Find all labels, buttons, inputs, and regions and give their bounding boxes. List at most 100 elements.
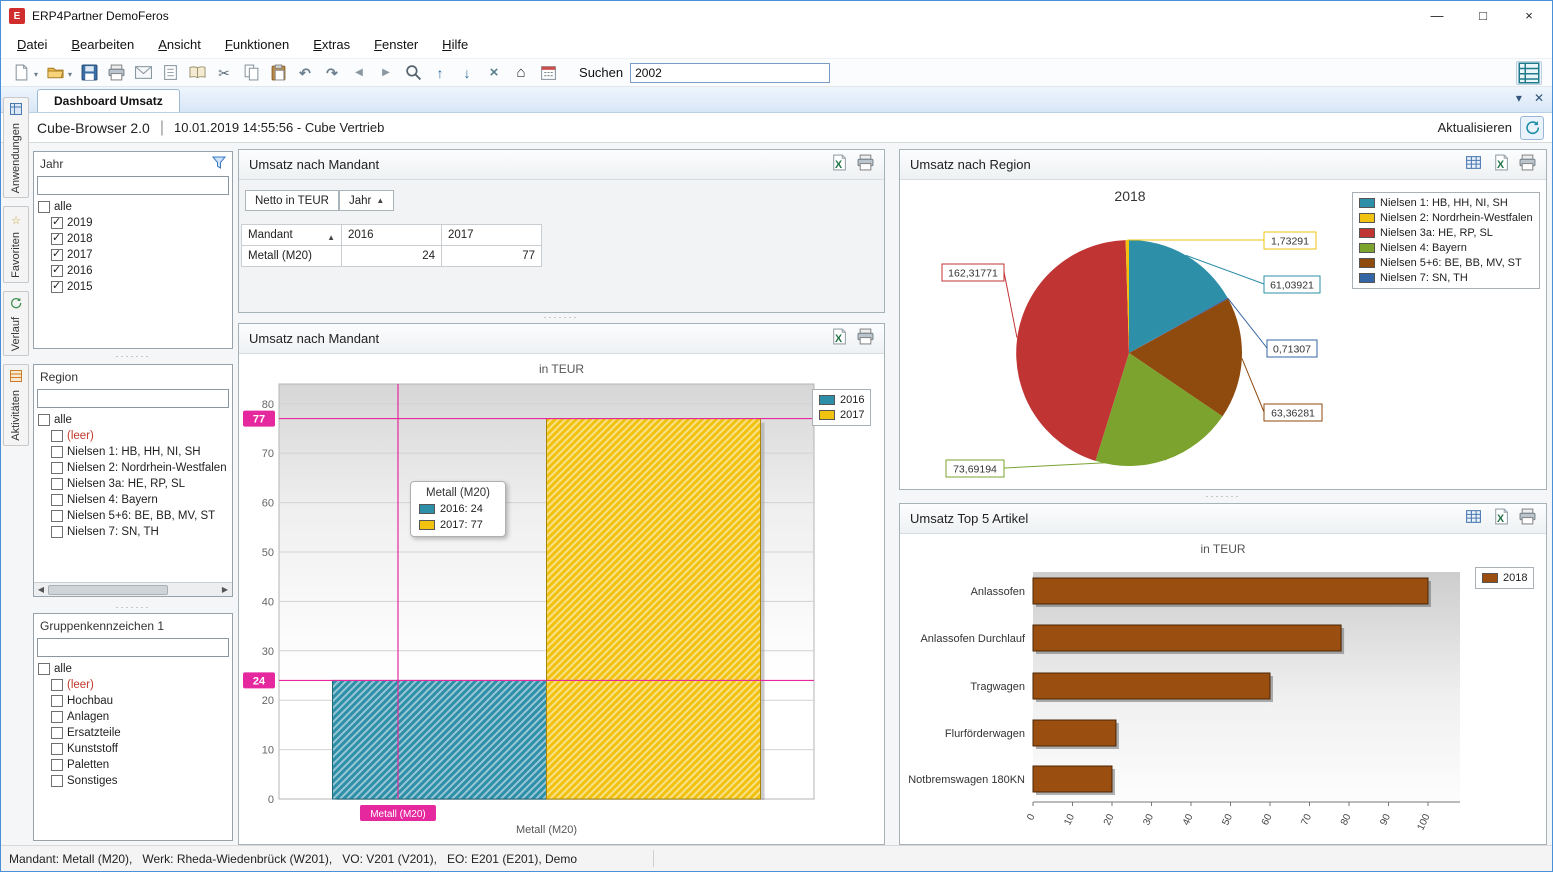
calendar-icon[interactable] <box>538 63 558 83</box>
print-icon[interactable] <box>857 328 874 350</box>
filter-item[interactable]: (leer) <box>38 428 232 444</box>
sidebar-tab-aktivit-ten[interactable]: Aktivitäten <box>3 364 29 447</box>
splitter-handle[interactable]: ······· <box>98 353 168 361</box>
print-icon[interactable] <box>1519 154 1536 176</box>
sidebar-tab-verlauf[interactable]: Verlauf <box>3 291 29 357</box>
filter-item[interactable]: 2019 <box>38 215 232 231</box>
filter-item[interactable]: 2017 <box>38 247 232 263</box>
checkbox[interactable] <box>51 775 63 787</box>
row-dim-header[interactable]: Mandant ▲ <box>241 224 342 246</box>
checkbox[interactable] <box>51 478 63 490</box>
forward-icon[interactable]: ▶ <box>376 63 396 83</box>
filter-item[interactable]: Nielsen 3a: HE, RP, SL <box>38 476 232 492</box>
scroll-left-icon[interactable]: ◀ <box>34 585 48 594</box>
home-icon[interactable]: ⌂ <box>511 63 531 83</box>
pivot-table[interactable]: Mandant ▲ 2016 2017 Metall (M20) 24 77 <box>241 224 542 267</box>
filter-item[interactable]: Nielsen 7: SN, TH <box>38 524 232 540</box>
minimize-button[interactable]: — <box>1414 1 1460 31</box>
checkbox[interactable] <box>51 446 63 458</box>
checkbox[interactable] <box>51 231 63 245</box>
checkbox[interactable] <box>38 414 50 426</box>
filter-search-input[interactable] <box>37 176 229 195</box>
column-header[interactable]: 2017 <box>441 224 542 246</box>
contacts-icon[interactable] <box>187 63 207 83</box>
filter-item[interactable]: Hochbau <box>38 693 232 709</box>
print-icon[interactable] <box>1519 508 1536 530</box>
copy-icon[interactable] <box>241 63 261 83</box>
filter-item[interactable]: Nielsen 2: Nordrhein-Westfalen <box>38 460 232 476</box>
filter-item[interactable]: alle <box>38 199 232 215</box>
checkbox[interactable] <box>51 430 63 442</box>
search-input[interactable] <box>630 62 831 83</box>
filter-item[interactable]: Nielsen 4: Bayern <box>38 492 232 508</box>
menu-extras[interactable]: Extras <box>313 37 350 52</box>
checkbox[interactable] <box>51 711 63 723</box>
column-field-button[interactable]: Jahr ▲ <box>339 190 395 211</box>
sidebar-tab-anwendungen[interactable]: Anwendungen <box>3 97 29 199</box>
filter-item[interactable]: alle <box>38 661 232 677</box>
checkbox[interactable] <box>51 679 63 691</box>
checkbox[interactable] <box>51 215 63 229</box>
table-icon[interactable] <box>1465 154 1482 176</box>
window-list-icon[interactable] <box>1516 60 1542 85</box>
menu-bearbeiten[interactable]: Bearbeiten <box>71 37 134 52</box>
pie-chart[interactable]: 2018 61,03921 0,71307 63,36281 73,69194 162,… <box>900 180 1546 489</box>
checkbox[interactable] <box>51 526 63 538</box>
cancel-icon[interactable]: × <box>484 63 504 83</box>
new-document-icon[interactable] <box>11 63 31 83</box>
refresh-icon[interactable] <box>1520 115 1544 140</box>
filter-item[interactable]: 2015 <box>38 279 232 295</box>
menu-hilfe[interactable]: Hilfe <box>442 37 468 52</box>
menu-datei[interactable]: Datei <box>17 37 47 52</box>
paste-icon[interactable] <box>268 63 288 83</box>
excel-icon[interactable]: X <box>1492 508 1509 530</box>
splitter-handle[interactable]: ······· <box>98 604 168 612</box>
notes-icon[interactable] <box>160 63 180 83</box>
scroll-thumb[interactable] <box>48 584 168 595</box>
email-icon[interactable] <box>133 63 153 83</box>
menu-fenster[interactable]: Fenster <box>374 37 418 52</box>
checkbox[interactable] <box>51 743 63 755</box>
checkbox[interactable] <box>51 695 63 707</box>
hbar-chart[interactable]: in TEUR Anlassofen Anlassofen Durchlauf Tr… <box>900 534 1546 844</box>
checkbox[interactable] <box>51 727 63 739</box>
checkbox[interactable] <box>51 263 63 277</box>
filter-item[interactable]: Nielsen 1: HB, HH, NI, SH <box>38 444 232 460</box>
filter-icon[interactable] <box>211 156 227 173</box>
splitter-handle[interactable]: ······· <box>1188 493 1258 501</box>
close-button[interactable]: × <box>1506 1 1552 31</box>
undo-icon[interactable]: ↶ <box>295 63 315 83</box>
checkbox[interactable] <box>51 247 63 261</box>
filter-item[interactable]: 2018 <box>38 231 232 247</box>
filter-item[interactable]: alle <box>38 412 232 428</box>
search-icon[interactable] <box>403 63 423 83</box>
checkbox[interactable] <box>38 663 50 675</box>
menu-funktionen[interactable]: Funktionen <box>225 37 289 52</box>
filter-item[interactable]: (leer) <box>38 677 232 693</box>
checkbox[interactable] <box>51 279 63 293</box>
redo-icon[interactable]: ↷ <box>322 63 342 83</box>
filter-item[interactable]: Ersatzteile <box>38 725 232 741</box>
menu-ansicht[interactable]: Ansicht <box>158 37 201 52</box>
measure-field-button[interactable]: Netto in TEUR <box>245 190 339 211</box>
print-icon[interactable] <box>106 63 126 83</box>
down-icon[interactable]: ↓ <box>457 63 477 83</box>
excel-icon[interactable]: X <box>830 328 847 350</box>
pivot-grid[interactable]: Netto in TEUR Jahr ▲ Mandant ▲ 2016 2017 Metall… <box>239 180 884 312</box>
checkbox[interactable] <box>51 494 63 506</box>
chevron-down-icon[interactable]: ▾ <box>1516 91 1522 105</box>
hbar-chart-plot[interactable]: Anlassofen Anlassofen Durchlauf Tragwagen F… <box>900 534 1546 844</box>
filter-search-input[interactable] <box>37 389 229 408</box>
checkbox[interactable] <box>51 510 63 522</box>
splitter-handle[interactable]: ······· <box>526 314 596 322</box>
scroll-right-icon[interactable]: ▶ <box>218 585 232 594</box>
checkbox[interactable] <box>51 759 63 771</box>
back-icon[interactable]: ◀ <box>349 63 369 83</box>
sidebar-tab-favoriten[interactable]: ☆ Favoriten <box>3 206 29 284</box>
excel-icon[interactable]: X <box>830 154 847 176</box>
filter-item[interactable]: Kunststoff <box>38 741 232 757</box>
save-icon[interactable] <box>79 63 99 83</box>
checkbox[interactable] <box>51 462 63 474</box>
filter-item[interactable]: Nielsen 5+6: BE, BB, MV, ST <box>38 508 232 524</box>
column-header[interactable]: 2016 <box>341 224 442 246</box>
